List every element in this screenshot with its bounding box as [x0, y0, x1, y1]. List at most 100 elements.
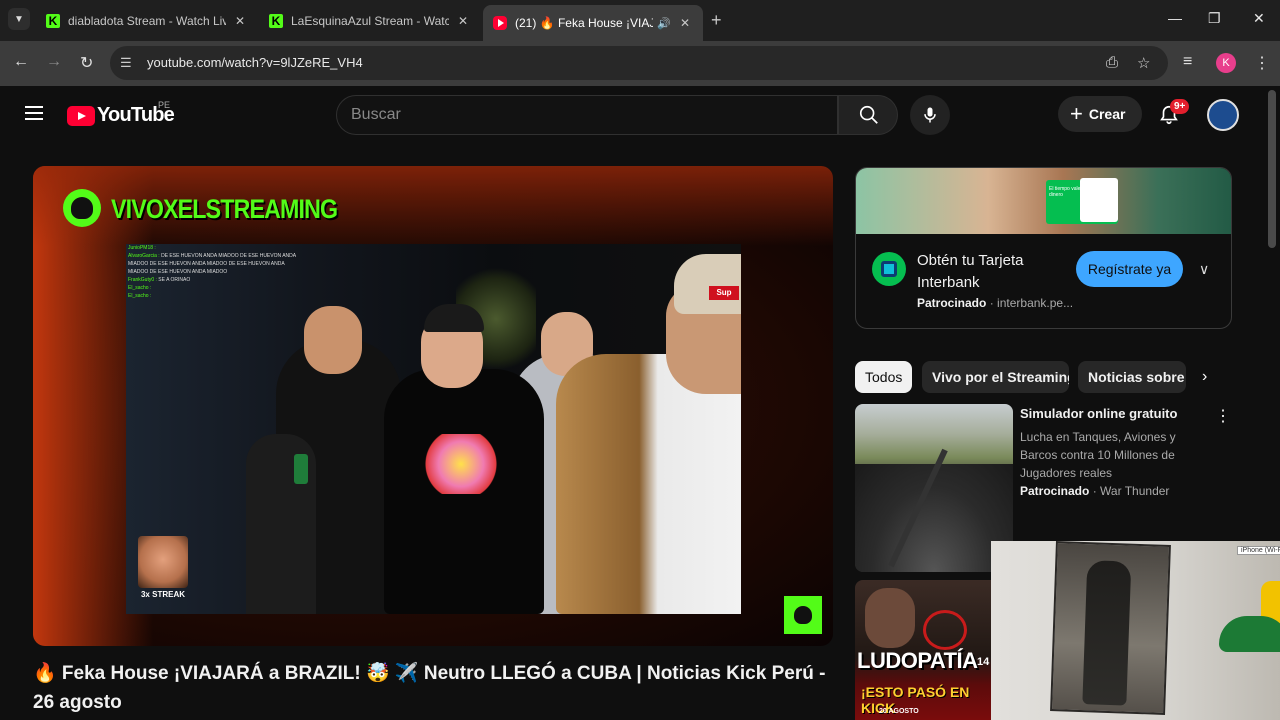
video-frame: Sup JunioPM18 : AlvaroGarcia : DE ESE HU… [126, 244, 741, 614]
site-info-icon[interactable]: ☰ [120, 55, 132, 71]
streak-label: 3x STREAK [140, 590, 185, 599]
browser-tab-strip: ▼ K diabladota Stream - Watch Live ✕ K L… [0, 0, 1280, 41]
streak-face [138, 536, 188, 588]
video-title: 🔥 Feka House ¡VIAJARÁ a BRAZIL! 🤯 ✈️ Neu… [33, 663, 826, 713]
close-icon[interactable]: ✕ [455, 14, 471, 28]
search-button[interactable] [838, 95, 898, 135]
wall-poster [1050, 541, 1171, 715]
interbank-logo-icon[interactable] [872, 252, 906, 286]
ad-banner-card-white [1080, 178, 1118, 222]
voice-search-button[interactable] [910, 95, 950, 135]
ad-title[interactable]: Obtén tu Tarjeta Interbank [917, 250, 1067, 294]
green-cap [1219, 616, 1280, 652]
new-tab-button[interactable]: + [711, 10, 722, 31]
chat-line: FrankGuty0 : SE A ORINAO [128, 277, 191, 283]
cap-logo: Sup [709, 286, 739, 300]
face [865, 588, 915, 648]
chat-line: JunioPM18 : [128, 245, 156, 251]
ad-sponsored-label: Patrocinado [917, 296, 987, 310]
chevron-down-icon: ▼ [14, 13, 24, 25]
chip-todos[interactable]: Todos [855, 361, 913, 393]
youtube-logo[interactable]: YouTube PE [67, 100, 175, 127]
microphone-icon [924, 107, 936, 123]
channel-banner-text: VIVOXELSTREAMING [111, 194, 338, 224]
recommendation-title[interactable]: Simulador online gratuito [1020, 406, 1177, 421]
chip-noticias[interactable]: Noticias sobre p [1078, 361, 1186, 393]
country-code: PE [158, 100, 171, 110]
recommendation-thumbnail[interactable] [855, 404, 1013, 572]
browser-tab-laesquinaazul[interactable]: K LaEsquinaAzul Stream - Watch Live ✕ [259, 6, 481, 35]
chat-overlay: JunioPM18 : AlvaroGarcia : DE ESE HUEVON… [128, 244, 328, 300]
page-scrollbar[interactable] [1268, 90, 1276, 248]
search-box [336, 95, 838, 135]
recommendation-meta: Patrocinado · War Thunder [1020, 484, 1169, 498]
more-options-icon[interactable]: ⋮ [1215, 406, 1231, 426]
channel-watermark-icon[interactable] [784, 596, 822, 634]
chat-line: El_sacho : [128, 293, 152, 299]
close-icon[interactable]: ✕ [677, 16, 693, 30]
tab-title: (21) 🔥 Feka House ¡VIAJARÁ [515, 16, 654, 30]
tab-search-button[interactable]: ▼ [8, 8, 30, 30]
minimize-button[interactable]: — [1168, 10, 1182, 26]
recommendation-thumbnail[interactable]: LUDOPATÍA 14 ¡ESTO PASÓ EN KICK 20 AGOST… [855, 580, 995, 720]
webcam-overlay: iPhone (Wi-Fi) [991, 541, 1280, 720]
maximize-button[interactable]: ❐ [1208, 10, 1221, 27]
video-player[interactable]: VIVOXELSTREAMING Sup JunioPM18 : AlvaroG… [33, 166, 833, 646]
address-bar[interactable]: ☰ youtube.com/watch?v=9lJZeRE_VH4 ⎙ ☆ [110, 46, 1168, 80]
search-input[interactable] [351, 106, 811, 124]
channel-emblem-icon [63, 189, 101, 227]
browser-tab-youtube-active[interactable]: (21) 🔥 Feka House ¡VIAJARÁ 🔊 ✕ [483, 5, 703, 41]
window-close-button[interactable]: ✕ [1253, 10, 1265, 27]
back-arrow-icon[interactable]: ← [13, 53, 29, 71]
recommendation-channel: War Thunder [1100, 484, 1170, 498]
plus-icon: + [1070, 101, 1083, 126]
ad-banner-image[interactable]: El tiempo vale más que el dinero [856, 168, 1231, 234]
recommendation-description: Lucha en Tanques, Aviones y Barcos contr… [1020, 430, 1176, 480]
kick-icon: K [269, 13, 283, 28]
profile-avatar[interactable]: K [1216, 53, 1236, 73]
streak-overlay: 3x STREAK [136, 536, 190, 602]
youtube-header: YouTube PE + Crear 9+ [0, 86, 1280, 142]
create-button[interactable]: + Crear [1058, 96, 1142, 132]
chip-vivo-por-el-streaming[interactable]: Vivo por el Streaming [922, 361, 1069, 393]
thumbnail-text: LUDOPATÍA [857, 648, 978, 673]
menu-icon[interactable] [25, 106, 43, 120]
bookmark-star-icon[interactable]: ☆ [1137, 54, 1150, 72]
browser-tab-diabladota[interactable]: K diabladota Stream - Watch Live ✕ [36, 6, 258, 35]
kick-icon: K [46, 13, 60, 28]
youtube-icon [493, 16, 507, 30]
sponsored-ad-card[interactable]: El tiempo vale más que el dinero Obtén t… [855, 167, 1232, 329]
ad-meta: Patrocinado · interbank.pe... [917, 296, 1073, 310]
close-icon[interactable]: ✕ [232, 14, 248, 28]
ad-domain: interbank.pe... [997, 296, 1074, 310]
red-circle [923, 610, 967, 650]
tshirt-graphic [421, 434, 501, 494]
url-text[interactable]: youtube.com/watch?v=9lJZeRE_VH4 [147, 55, 363, 70]
poster-figure [1082, 560, 1132, 706]
search-icon [859, 105, 878, 124]
install-app-icon[interactable]: ⎙ [1106, 54, 1118, 71]
separator-dot: · [1092, 484, 1101, 498]
ad-cta-button[interactable]: Regístrate ya [1076, 251, 1183, 287]
webcam-source-label: iPhone (Wi-Fi) [1237, 546, 1280, 555]
face [304, 306, 362, 374]
chevron-down-icon[interactable]: ∨ [1199, 261, 1209, 278]
thumbnail-number: 14 [977, 656, 990, 668]
chat-line: AlvaroGarcia : DE ESE HUEVON ANDA MIADOO… [128, 253, 297, 259]
reload-icon[interactable]: ↻ [80, 53, 93, 73]
browser-menu-icon[interactable]: ⋮ [1254, 53, 1270, 73]
chat-line: MIADOO DE ESE HUEVON ANDA MIADOO [128, 269, 228, 275]
thumbnail-date: 20 AGOSTO [879, 708, 919, 715]
notifications-badge: 9+ [1170, 99, 1190, 114]
create-label: Crear [1088, 106, 1126, 122]
chat-line: MIADOO DE ESE HUEVON ANDA MIADOO DE ESE … [128, 261, 285, 267]
separator-dot: · [989, 296, 998, 310]
media-control-icon[interactable]: ≡ [1183, 53, 1192, 71]
speaker-icon[interactable]: 🔊 [657, 17, 671, 30]
account-avatar[interactable] [1207, 99, 1239, 131]
forward-arrow-icon[interactable]: → [46, 53, 62, 71]
tab-title: LaEsquinaAzul Stream - Watch Live [291, 13, 449, 28]
chat-line: El_sacho : [128, 285, 152, 291]
chevron-right-icon[interactable]: › [1202, 368, 1207, 386]
green-can [294, 454, 308, 484]
